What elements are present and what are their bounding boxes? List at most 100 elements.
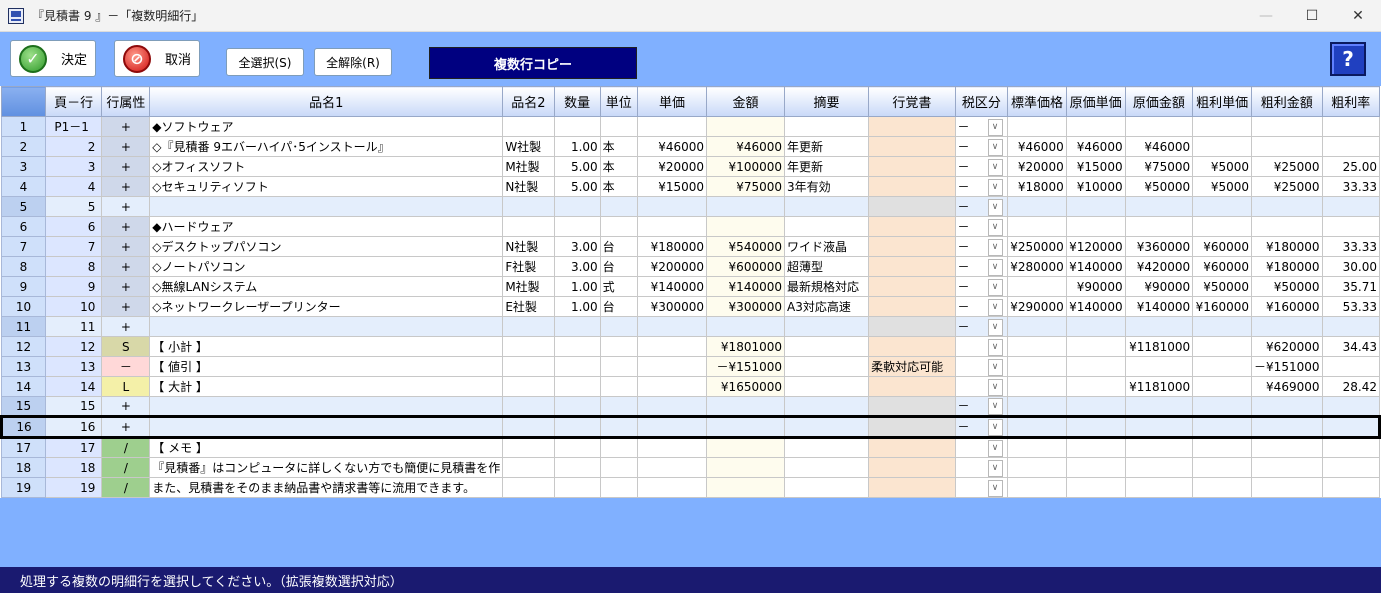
cost-price-cell[interactable] [1065, 376, 1126, 397]
row-memo-cell[interactable] [868, 316, 956, 337]
table-row[interactable]: 13 13 －【 値引 】－¥151000 柔軟対応可能 ∨ －¥151000 [1, 356, 1380, 377]
page-line-cell[interactable]: 15 [44, 396, 103, 417]
cost-price-cell[interactable]: ¥140000 [1065, 256, 1126, 277]
gross-profit-rate-cell[interactable] [1321, 136, 1380, 157]
gross-profit-unit-cell[interactable] [1192, 336, 1253, 357]
summary-cell[interactable] [783, 316, 870, 337]
quantity-cell[interactable] [553, 415, 601, 439]
cost-price-cell[interactable]: ¥90000 [1065, 276, 1126, 297]
gross-profit-unit-cell[interactable]: ¥160000 [1192, 296, 1253, 317]
column-header[interactable]: 数量 [553, 86, 601, 117]
cost-amount-cell[interactable] [1124, 316, 1194, 337]
item-name2-cell[interactable] [502, 396, 555, 417]
row-attribute-cell[interactable]: + [101, 276, 151, 297]
help-icon[interactable]: ? [1330, 42, 1366, 76]
row-number[interactable]: 17 [1, 437, 46, 458]
row-attribute-cell[interactable]: S [101, 336, 151, 357]
summary-cell[interactable] [783, 376, 870, 397]
item-name1-cell[interactable]: ◇ノートパソコン [149, 256, 504, 277]
standard-price-cell[interactable] [1007, 356, 1067, 377]
row-memo-cell[interactable] [868, 477, 956, 498]
gross-profit-unit-cell[interactable] [1192, 316, 1253, 337]
page-line-cell[interactable]: 17 [44, 437, 103, 458]
unit-price-cell[interactable]: ¥200000 [636, 256, 708, 277]
tax-category-cell[interactable]: － ∨ [954, 316, 1009, 337]
column-header[interactable]: 単価 [636, 86, 708, 117]
gross-profit-rate-cell[interactable]: 53.33 [1321, 296, 1380, 317]
standard-price-cell[interactable] [1007, 276, 1067, 297]
page-line-cell[interactable]: 10 [44, 296, 103, 317]
gross-profit-rate-cell[interactable] [1321, 415, 1381, 439]
quantity-cell[interactable]: 5.00 [553, 176, 601, 197]
amount-cell[interactable]: ¥140000 [706, 276, 785, 297]
quantity-cell[interactable]: 1.00 [553, 276, 601, 297]
row-number[interactable]: 16 [0, 415, 46, 439]
tax-category-cell[interactable]: － ∨ [954, 276, 1009, 297]
gross-profit-rate-cell[interactable]: 28.42 [1321, 376, 1380, 397]
gross-profit-amount-cell[interactable] [1251, 477, 1323, 498]
item-name2-cell[interactable] [502, 316, 555, 337]
page-line-cell[interactable]: 6 [44, 216, 103, 237]
cost-amount-cell[interactable] [1124, 415, 1194, 439]
table-row[interactable]: 17 17/【 メモ 】 ∨ [1, 437, 1380, 458]
column-header[interactable]: 品名2 [502, 86, 555, 117]
row-attribute-cell[interactable]: + [101, 236, 151, 257]
summary-cell[interactable] [783, 216, 870, 237]
amount-cell[interactable] [706, 437, 785, 458]
chevron-down-icon[interactable]: ∨ [987, 138, 1003, 156]
standard-price-cell[interactable] [1007, 415, 1067, 439]
gross-profit-rate-cell[interactable] [1321, 437, 1380, 458]
row-attribute-cell[interactable]: / [101, 477, 151, 498]
summary-cell[interactable]: 超薄型 [783, 256, 870, 277]
standard-price-cell[interactable]: ¥20000 [1007, 156, 1067, 177]
item-name1-cell[interactable]: また、見積書をそのまま納品書や請求書等に流用できます。 [149, 477, 504, 498]
item-name2-cell[interactable] [502, 437, 555, 458]
table-row[interactable]: 16 16 + － ∨ [0, 415, 1381, 439]
item-name2-cell[interactable] [502, 477, 555, 498]
row-number[interactable]: 9 [1, 276, 46, 297]
unit-cell[interactable] [599, 437, 638, 458]
item-name1-cell[interactable]: ◇ネットワークレーザープリンター [149, 296, 504, 317]
row-memo-cell[interactable] [868, 437, 956, 458]
amount-cell[interactable]: ¥300000 [706, 296, 785, 317]
close-icon[interactable]: ✕ [1335, 0, 1381, 32]
quantity-cell[interactable]: 5.00 [553, 156, 601, 177]
table-row[interactable]: 12 12 S 【 小計 】 ¥1801000 ∨ ¥1181000 ¥620000 34.43 [1, 336, 1380, 357]
gross-profit-unit-cell[interactable] [1192, 457, 1253, 478]
unit-cell[interactable]: 台 [599, 256, 638, 277]
gross-profit-rate-cell[interactable]: 33.33 [1321, 176, 1380, 197]
gross-profit-unit-cell[interactable] [1192, 376, 1253, 397]
row-memo-cell[interactable] [868, 236, 956, 257]
quantity-cell[interactable]: 1.00 [553, 296, 601, 317]
gross-profit-amount-cell[interactable]: －¥151000 [1251, 356, 1323, 377]
page-line-cell[interactable]: 3 [44, 156, 103, 177]
item-name1-cell[interactable]: ◇オフィスソフト [149, 156, 504, 177]
row-number[interactable]: 5 [1, 196, 46, 217]
row-number[interactable]: 19 [1, 477, 46, 498]
gross-profit-unit-cell[interactable] [1192, 216, 1253, 237]
standard-price-cell[interactable] [1007, 477, 1067, 498]
unit-price-cell[interactable] [636, 196, 708, 217]
unit-cell[interactable]: 本 [599, 136, 638, 157]
amount-cell[interactable]: ¥540000 [706, 236, 785, 257]
table-row[interactable]: 6 6 + ◆ハードウェア－ ∨ [1, 216, 1380, 237]
summary-cell[interactable]: ワイド液晶 [783, 236, 870, 257]
summary-cell[interactable] [783, 356, 870, 377]
standard-price-cell[interactable] [1007, 336, 1067, 357]
item-name1-cell[interactable]: ◇『見積番 9エバーハイパ･5インストール』 [149, 136, 504, 157]
cost-amount-cell[interactable] [1124, 437, 1194, 458]
unit-cell[interactable]: 式 [599, 276, 638, 297]
column-header[interactable]: 粗利単価 [1192, 86, 1253, 117]
gross-profit-unit-cell[interactable]: ¥50000 [1192, 276, 1253, 297]
column-header[interactable]: 行属性 [101, 86, 151, 117]
standard-price-cell[interactable] [1007, 116, 1067, 137]
column-header[interactable]: 摘要 [783, 86, 870, 117]
tax-category-cell[interactable]: － ∨ [954, 136, 1009, 157]
tax-category-cell[interactable]: － ∨ [954, 415, 1009, 439]
cost-amount-cell[interactable]: ¥420000 [1124, 256, 1194, 277]
table-row[interactable]: 10 10 + ◇ネットワークレーザープリンター E社製 1.00 台 ¥300000 ¥300… [1, 296, 1380, 317]
row-attribute-cell[interactable]: + [101, 156, 151, 177]
summary-cell[interactable]: 最新規格対応 [783, 276, 870, 297]
item-name2-cell[interactable]: W社製 [502, 136, 555, 157]
cost-amount-cell[interactable]: ¥46000 [1124, 136, 1194, 157]
